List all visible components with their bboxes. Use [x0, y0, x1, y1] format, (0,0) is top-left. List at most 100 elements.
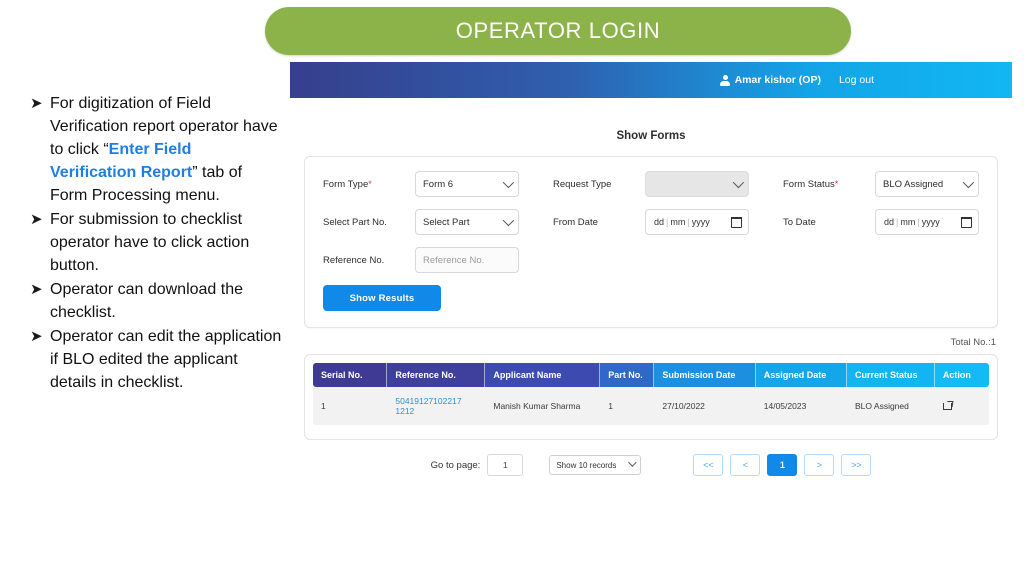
to-date-mm: mm [900, 217, 916, 227]
to-date-input[interactable]: dd | mm | yyyy [875, 209, 979, 235]
request-type-select[interactable] [645, 171, 749, 197]
show-results-button[interactable]: Show Results [323, 285, 441, 311]
to-date-parts: dd | mm | yyyy [882, 217, 942, 227]
list-item: ➤ Operator can edit the application if B… [30, 325, 282, 394]
form-status-label: Form Status* [783, 178, 839, 190]
application-screenshot: Amar kishor (OP) Log out Show Forms Form… [290, 62, 1012, 517]
results-table-container: Serial No. Reference No. Applicant Name … [304, 354, 998, 440]
column-header-applicant-name: Applicant Name [485, 363, 601, 387]
column-header-action: Action [934, 363, 989, 387]
user-info: Amar kishor (OP) [720, 74, 821, 86]
note-text: For submission to checklist operator hav… [50, 211, 250, 274]
records-per-page-value: Show 10 records [556, 460, 617, 470]
request-type-label: Request Type [553, 178, 612, 190]
field-to-date: To Date dd | mm | yyyy [783, 209, 979, 235]
logout-link[interactable]: Log out [839, 74, 874, 86]
section-heading: Show Forms [616, 130, 686, 142]
reference-no-placeholder: Reference No. [423, 254, 485, 266]
from-date-input[interactable]: dd | mm | yyyy [645, 209, 749, 235]
bullet-arrow-icon: ➤ [30, 94, 43, 112]
table-row: 1 50419127102217 1212 Manish Kumar Sharm… [313, 387, 989, 425]
cell-action[interactable] [934, 387, 989, 425]
user-avatar-icon [720, 74, 731, 86]
total-count-label: Total No.:1 [950, 337, 996, 348]
bullet-arrow-icon: ➤ [30, 280, 43, 298]
to-date-dd: dd [884, 217, 895, 227]
column-header-reference-no: Reference No. [387, 363, 486, 387]
field-request-type: Request Type [553, 171, 783, 197]
to-date-label: To Date [783, 216, 816, 228]
select-part-select[interactable]: Select Part [415, 209, 519, 235]
reference-no-link[interactable]: 50419127102217 1212 [395, 396, 461, 416]
field-from-date: From Date dd | mm | yyyy [553, 209, 783, 235]
bullet-arrow-icon: ➤ [30, 210, 43, 228]
results-table: Serial No. Reference No. Applicant Name … [313, 363, 989, 425]
column-header-serial-no: Serial No. [313, 363, 388, 387]
chevron-down-icon [962, 176, 975, 189]
from-date-yyyy: yyyy [691, 217, 710, 227]
chevron-down-icon [502, 214, 515, 227]
chevron-down-icon [732, 176, 745, 189]
list-item: ➤ For submission to checklist operator h… [30, 208, 282, 277]
from-date-mm: mm [670, 217, 686, 227]
select-part-value: Select Part [423, 216, 470, 228]
note-text: For digitization of Field Verification r… [50, 92, 282, 207]
note-text: Operator can download the checklist. [50, 281, 244, 321]
required-asterisk: * [368, 178, 372, 189]
from-date-parts: dd | mm | yyyy [652, 217, 712, 227]
goto-page-label: Go to page: [430, 459, 481, 471]
column-header-current-status: Current Status [847, 363, 935, 387]
column-header-assigned-date: Assigned Date [755, 363, 847, 387]
page-title: OPERATOR LOGIN [455, 18, 661, 43]
calendar-icon[interactable] [960, 216, 973, 228]
column-header-submission-date: Submission Date [654, 363, 756, 387]
form-type-value: Form 6 [423, 178, 454, 190]
cell-assigned-date: 14/05/2023 [755, 387, 847, 425]
column-header-part-no: Part No. [600, 363, 655, 387]
next-page-button[interactable]: > [804, 454, 835, 476]
select-part-label: Select Part No. [323, 216, 387, 228]
first-page-button[interactable]: << [693, 454, 724, 476]
reference-no-label: Reference No. [323, 254, 385, 266]
form-status-value: BLO Assigned [883, 178, 944, 190]
table-header-row: Serial No. Reference No. Applicant Name … [313, 363, 989, 387]
chevron-down-icon [502, 176, 515, 189]
filter-row-1: Form Type* Form 6 Request Type Form Stat… [323, 171, 979, 197]
last-page-button[interactable]: >> [841, 454, 872, 476]
from-date-dd: dd [654, 217, 665, 227]
form-type-label: Form Type* [323, 178, 372, 190]
filter-row-3: Reference No. Reference No. [323, 247, 979, 273]
notes-list: ➤ For digitization of Field Verification… [30, 92, 282, 395]
cell-reference-no[interactable]: 50419127102217 1212 [387, 387, 486, 425]
cell-applicant-name: Manish Kumar Sharma [485, 387, 601, 425]
field-reference-no: Reference No. Reference No. [323, 247, 563, 273]
required-asterisk: * [834, 178, 839, 189]
field-select-part: Select Part No. Select Part [323, 209, 553, 235]
external-link-icon[interactable] [942, 401, 953, 410]
bullet-arrow-icon: ➤ [30, 327, 43, 345]
to-date-yyyy: yyyy [921, 217, 940, 227]
list-item: ➤ Operator can download the checklist. [30, 278, 282, 324]
search-filter-card: Form Type* Form 6 Request Type Form Stat… [304, 156, 998, 328]
goto-page-input[interactable]: 1 [487, 454, 524, 476]
field-form-status: Form Status* BLO Assigned [783, 171, 979, 197]
form-status-select[interactable]: BLO Assigned [875, 171, 979, 197]
pagination-bar: Go to page: 1 Show 10 records << < 1 > >… [290, 454, 1012, 476]
cell-serial-no: 1 [313, 387, 388, 425]
note-text: Operator can edit the application if BLO… [50, 328, 282, 391]
chevron-down-icon [628, 458, 637, 467]
app-topbar: Amar kishor (OP) Log out [290, 62, 1012, 98]
from-date-label: From Date [553, 216, 598, 228]
prev-page-button[interactable]: < [730, 454, 761, 476]
records-per-page-select[interactable]: Show 10 records [549, 455, 642, 475]
page-buttons: << < 1 > >> [693, 454, 872, 476]
slide-title-banner: OPERATOR LOGIN [265, 7, 851, 55]
calendar-icon[interactable] [730, 216, 743, 228]
filter-row-2: Select Part No. Select Part From Date dd… [323, 209, 979, 235]
page-number-button-1[interactable]: 1 [767, 454, 798, 476]
user-name: Amar kishor (OP) [734, 74, 821, 86]
reference-no-input[interactable]: Reference No. [415, 247, 519, 273]
form-type-select[interactable]: Form 6 [415, 171, 519, 197]
cell-part-no: 1 [600, 387, 655, 425]
field-form-type: Form Type* Form 6 [323, 171, 553, 197]
